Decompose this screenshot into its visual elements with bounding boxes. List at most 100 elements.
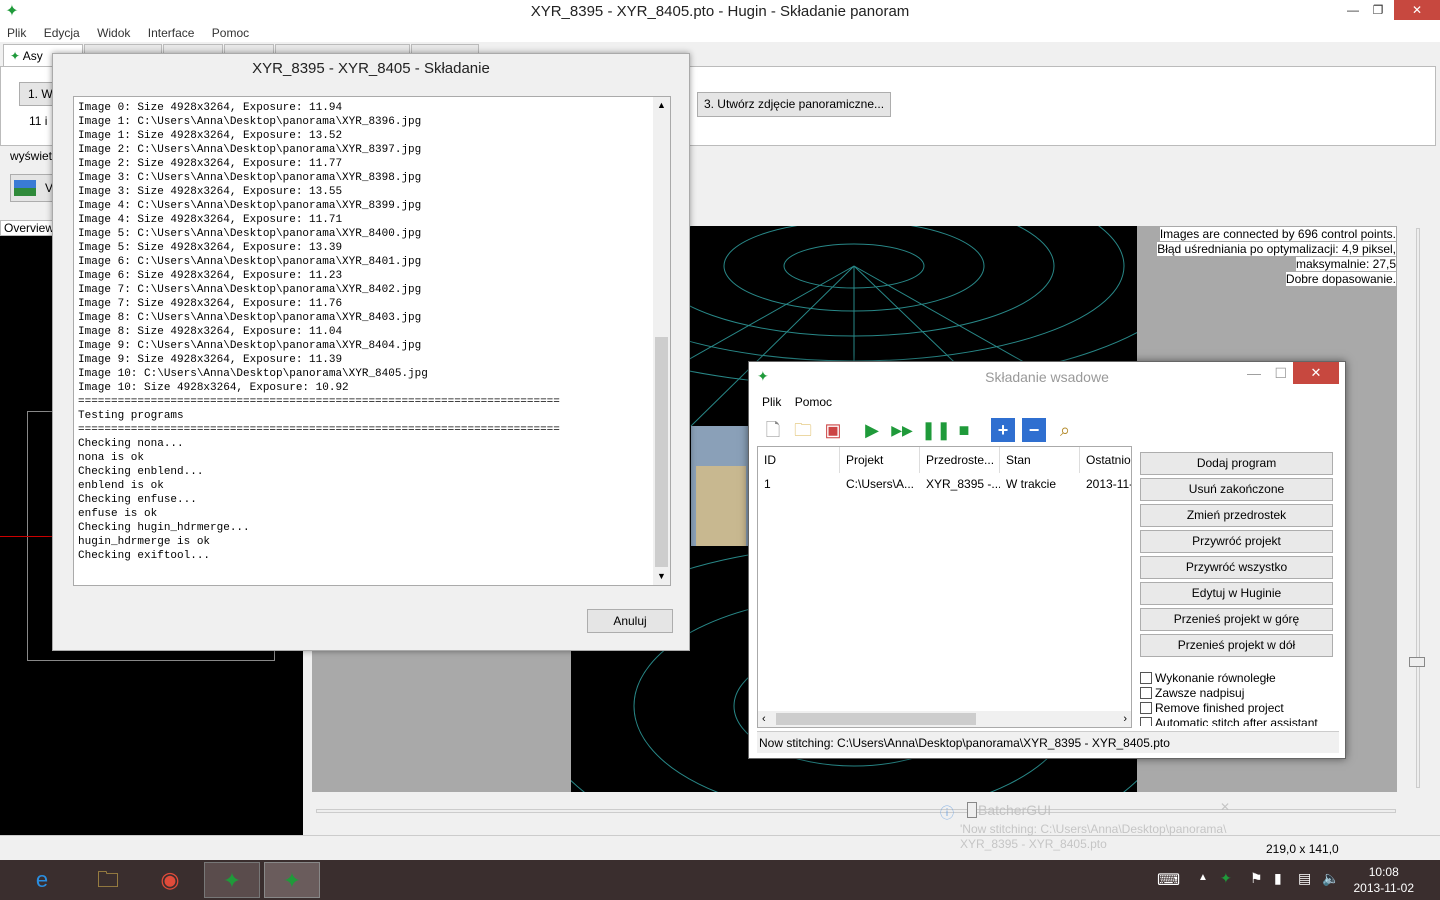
hugin-app-icon: ✦ — [757, 368, 769, 384]
table-cell-status[interactable]: W trakcie — [1000, 473, 1080, 495]
checkbox-box[interactable] — [1140, 717, 1152, 726]
batch-minimize-button[interactable]: — — [1247, 362, 1261, 384]
menu-interface[interactable]: Interface — [141, 24, 202, 42]
table-scroll-thumb[interactable] — [776, 713, 976, 725]
stitch-log-text: Image 0: Size 4928x3264, Exposure: 11.94… — [78, 102, 560, 562]
overwrite-checkbox[interactable]: Zawsze nadpisuj — [1140, 686, 1244, 700]
battery-icon[interactable]: ▮ — [1274, 870, 1282, 887]
vertical-slider-handle[interactable] — [1409, 657, 1425, 667]
pause-icon[interactable]: ❚❚ — [921, 418, 951, 442]
skip-icon[interactable]: ▶▶ — [890, 418, 914, 442]
menu-file[interactable]: Plik — [0, 24, 33, 42]
batch-menu-help[interactable]: Pomoc — [790, 392, 837, 412]
log-scrollbar[interactable]: ▲ ▼ — [653, 97, 670, 585]
main-menubar: Plik Edycja Widok Interface Pomoc — [0, 24, 1440, 42]
play-icon[interactable]: ▶ — [860, 418, 884, 442]
display-label: wyświet — [10, 149, 53, 163]
taskbar-clock[interactable]: 10:08 2013-11-02 — [1354, 864, 1415, 896]
remove-finished-button[interactable]: Usuń zakończone — [1140, 478, 1333, 501]
column-id[interactable]: ID — [758, 447, 840, 473]
images-count-text: 11 i — [29, 114, 48, 128]
add-program-button[interactable]: Dodaj program — [1140, 452, 1333, 475]
table-cell-last[interactable]: 2013-11-0 — [1080, 473, 1131, 495]
notification-text-2: XYR_8395 - XYR_8405.pto — [960, 837, 1107, 851]
reset-project-button[interactable]: Przywróć projekt — [1140, 530, 1333, 553]
clock-time: 10:08 — [1368, 865, 1399, 879]
volume-icon[interactable]: 🔈 — [1322, 870, 1339, 887]
batch-toolbar: 🗋 🗀 ▣ ▶ ▶▶ ❚❚ ■ + − ⌕ — [757, 414, 1339, 444]
panorama-icon — [14, 180, 36, 196]
overview-tab[interactable]: Overview — [0, 220, 55, 236]
menu-edit[interactable]: Edycja — [37, 24, 87, 42]
reset-all-button[interactable]: Przywróć wszystko — [1140, 556, 1333, 579]
change-prefix-button[interactable]: Zmień przedrostek — [1140, 504, 1333, 527]
hugin-app-icon: ✦ — [5, 3, 19, 20]
stitch-dialog: XYR_8395 - XYR_8405 - Składanie Image 0:… — [52, 53, 690, 651]
action-center-icon[interactable]: ⚑ — [1250, 870, 1263, 887]
table-cell-project[interactable]: C:\Users\A... — [840, 473, 920, 495]
keyboard-icon[interactable]: ⌨ — [1157, 870, 1180, 890]
show-hidden-icons[interactable]: ▲ — [1198, 872, 1208, 883]
batcher-notification[interactable]: ⓘ BatcherGUI ✕ 'Now stitching: C:\Users\… — [930, 795, 1245, 857]
column-last[interactable]: Ostatnio — [1080, 447, 1131, 473]
remove-project-icon[interactable]: − — [1022, 418, 1046, 442]
assistant-icon: ✦ — [10, 49, 21, 63]
menu-help[interactable]: Pomoc — [205, 24, 256, 42]
network-icon[interactable]: ▤ — [1298, 870, 1311, 887]
scroll-down-icon[interactable]: ▼ — [653, 568, 670, 585]
main-window-title: XYR_8395 - XYR_8405.pto - Hugin - Składa… — [530, 3, 910, 20]
checkbox-box[interactable] — [1140, 702, 1152, 714]
scroll-left-icon[interactable]: ‹ — [762, 711, 766, 727]
batch-menubar: Plik Pomoc — [757, 392, 1339, 412]
close-button[interactable]: ✕ — [1394, 0, 1440, 20]
scroll-right-icon[interactable]: › — [1123, 711, 1127, 727]
auto-stitch-checkbox[interactable]: Automatic stitch after assistant — [1140, 716, 1318, 726]
checkbox-box[interactable] — [1140, 687, 1152, 699]
menu-view[interactable]: Widok — [90, 24, 137, 42]
hugin-tray-icon[interactable]: ✦ — [1220, 870, 1232, 887]
vertical-fov-slider[interactable] — [1409, 228, 1425, 788]
move-down-button[interactable]: Przenieś projekt w dół — [1140, 634, 1333, 657]
table-cell-prefix[interactable]: XYR_8395 -... — [920, 473, 1000, 495]
info-icon: ⓘ — [940, 805, 954, 821]
remove-finished-checkbox[interactable]: Remove finished project — [1140, 701, 1284, 715]
column-project[interactable]: Projekt — [840, 447, 920, 473]
hugin-taskbar-icon[interactable]: ✦ — [204, 862, 260, 898]
column-prefix[interactable]: Przedroste... — [920, 447, 1000, 473]
create-panorama-button[interactable]: 3. Utwórz zdjęcie panoramiczne... — [697, 92, 891, 117]
parallel-checkbox[interactable]: Wykonanie równoległe — [1140, 671, 1276, 685]
taskbar: e 🗀 ◉ ✦ ✦ ⌨ ▲ ✦ ⚑ ▮ ▤ 🔈 10:08 2013-11-02 — [0, 860, 1440, 900]
batch-project-table[interactable]: ID Projekt Przedroste... Stan Ostatnio 1… — [757, 446, 1132, 728]
stitch-log[interactable]: Image 0: Size 4928x3264, Exposure: 11.94… — [73, 96, 671, 586]
new-file-icon[interactable]: 🗋 — [761, 418, 785, 442]
batch-close-button[interactable]: ✕ — [1293, 362, 1339, 384]
chrome-icon[interactable]: ◉ — [142, 862, 198, 898]
cancel-button[interactable]: Anuluj — [587, 609, 673, 633]
notification-title: BatcherGUI — [978, 802, 1052, 818]
main-title-bar: ✦ XYR_8395 - XYR_8405.pto - Hugin - Skła… — [0, 0, 1440, 24]
column-status[interactable]: Stan — [1000, 447, 1080, 473]
table-cell-id[interactable]: 1 — [758, 473, 840, 495]
stop-icon[interactable]: ■ — [952, 418, 976, 442]
batch-title-text: Składanie wsadowe — [985, 369, 1109, 385]
table-hscrollbar[interactable]: ‹ › — [758, 711, 1131, 727]
scroll-up-icon[interactable]: ▲ — [653, 97, 670, 114]
batch-window: ✦ Składanie wsadowe — ☐ ✕ Plik Pomoc 🗋 🗀… — [748, 361, 1346, 759]
find-panorama-icon[interactable]: ⌕ — [1053, 418, 1077, 442]
preview-view-button[interactable]: V — [10, 174, 56, 202]
batcher-taskbar-icon[interactable]: ✦ — [264, 862, 320, 898]
batch-maximize-button[interactable]: ☐ — [1274, 362, 1287, 384]
auto-stitch-label: Automatic stitch after assistant — [1155, 716, 1318, 726]
file-explorer-icon[interactable]: 🗀 — [80, 862, 136, 898]
log-scroll-thumb[interactable] — [655, 337, 668, 567]
internet-explorer-icon[interactable]: e — [14, 862, 70, 898]
save-icon[interactable]: ▣ — [821, 418, 845, 442]
notification-close-icon[interactable]: ✕ — [1220, 800, 1230, 814]
move-up-button[interactable]: Przenieś projekt w górę — [1140, 608, 1333, 631]
open-folder-icon[interactable]: 🗀 — [791, 418, 815, 442]
add-project-icon[interactable]: + — [991, 418, 1015, 442]
edit-in-hugin-button[interactable]: Edytuj w Huginie — [1140, 582, 1333, 605]
checkbox-box[interactable] — [1140, 672, 1152, 684]
maximize-button[interactable]: ❐ — [1364, 0, 1392, 20]
batch-menu-file[interactable]: Plik — [757, 392, 786, 412]
